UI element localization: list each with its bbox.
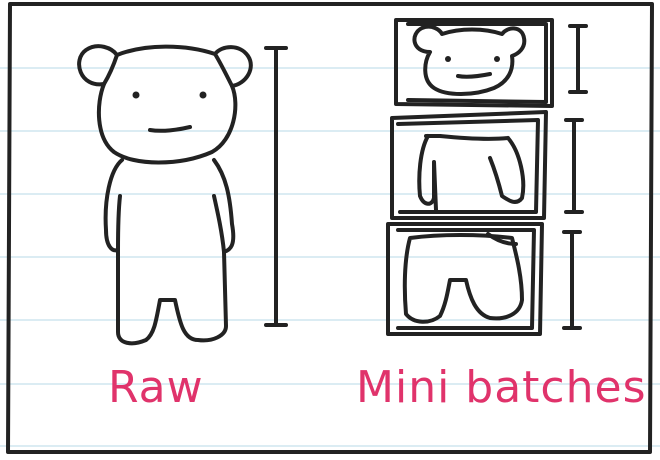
mini-batch-torso [390,110,548,220]
batch-height-bar [564,118,584,214]
caption-mini-batches: Mini batches [356,362,647,413]
bear-left-eye [132,91,140,99]
batch-height-bar [562,230,582,330]
batch-height-bar [568,24,588,94]
bear-head [77,44,253,165]
caption-raw: Raw [108,362,204,413]
diagram-canvas: Raw Mini batches [0,0,660,460]
mini-batch-legs [386,222,544,336]
bear-right-arm [212,194,226,254]
mini-bear-mouth [456,72,492,79]
mini-bear-legs [402,233,524,324]
mini-bear-right-eye [494,56,500,62]
bear-body [103,158,236,346]
mini-bear-torso [417,134,526,212]
bear-mouth [148,125,192,133]
raw-height-bar [264,46,288,327]
mini-batch-head [394,18,554,108]
bear-left-ear-inner [102,53,119,86]
mini-bear-left-eye [445,56,451,62]
batch-frame [390,110,548,220]
bear-left-arm [116,194,122,252]
bear-right-eye [199,91,207,99]
mini-bear-head [412,24,527,96]
bear-right-ear-inner [213,52,234,88]
